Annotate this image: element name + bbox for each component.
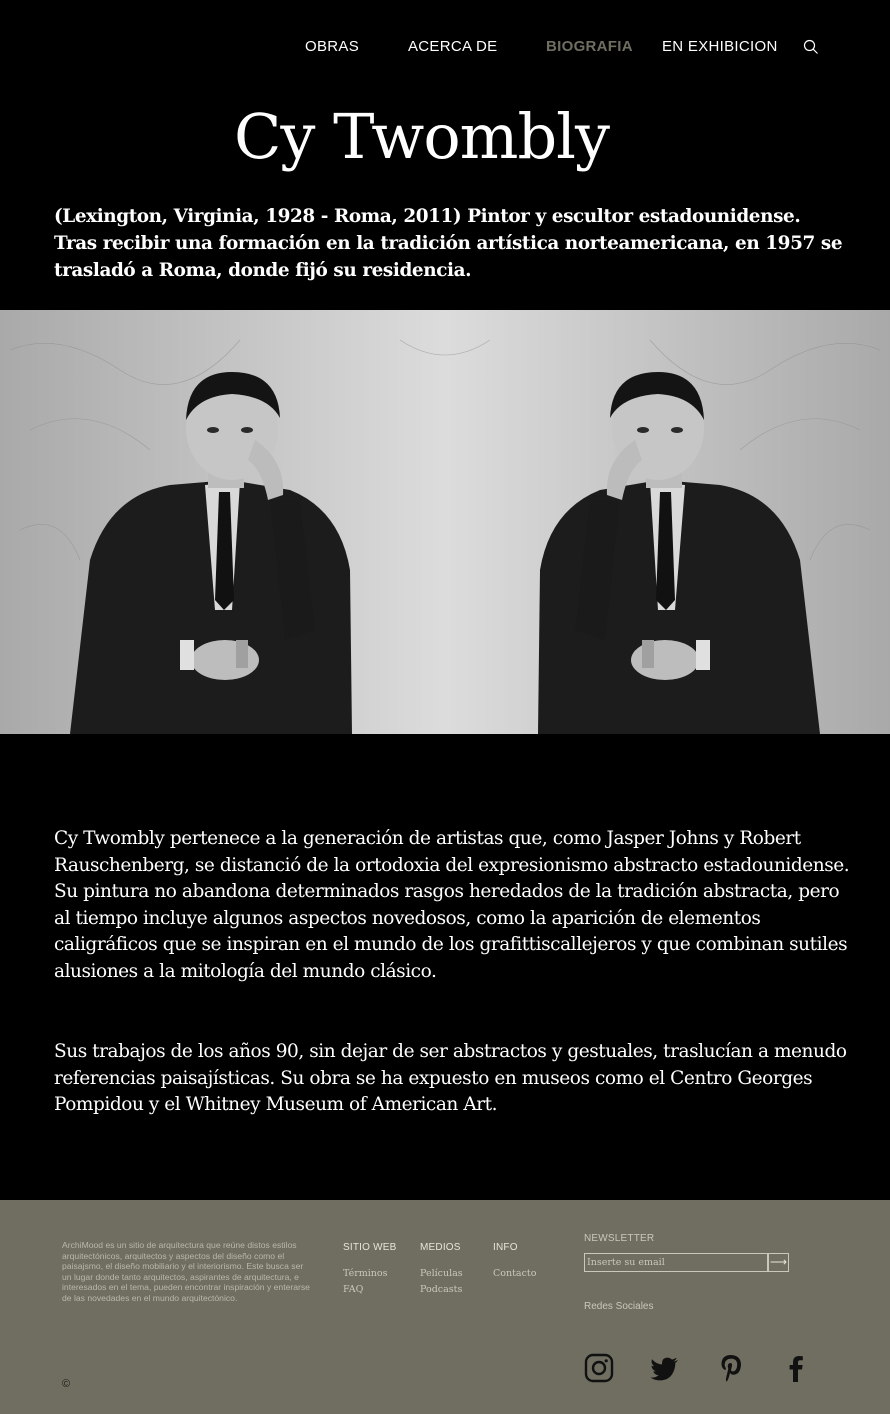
- pinterest-icon[interactable]: [716, 1353, 746, 1383]
- footer-column-title: MEDIOS: [420, 1242, 461, 1253]
- footer-link-terminos[interactable]: Términos: [343, 1266, 396, 1282]
- search-icon[interactable]: [803, 39, 819, 55]
- footer-link-peliculas[interactable]: Películas: [420, 1266, 463, 1282]
- arrow-right-icon: ⟶: [769, 1255, 788, 1269]
- footer-link-podcasts[interactable]: Podcasts: [420, 1282, 463, 1298]
- main-nav: OBRAS ACERCA DE BIOGRAFIA EN EXHIBICION: [0, 38, 890, 60]
- artist-portrait-image: [0, 310, 890, 734]
- biography-paragraph-2: Sus trabajos de los años 90, sin dejar d…: [54, 1041, 847, 1116]
- footer-link-contacto[interactable]: Contacto: [493, 1266, 536, 1282]
- twitter-icon[interactable]: [650, 1353, 680, 1383]
- copyright-text: ©: [62, 1378, 71, 1390]
- footer-link-faq[interactable]: FAQ: [343, 1282, 396, 1298]
- facebook-icon[interactable]: [781, 1353, 811, 1383]
- intro-text: (Lexington, Virginia, 1928 - Roma, 2011)…: [54, 206, 843, 281]
- footer-column-medios: MEDIOS Películas Podcasts: [420, 1242, 463, 1298]
- site-footer: ArchiMood es un sitio de arquitectura qu…: [0, 1200, 890, 1414]
- nav-item-acerca-de[interactable]: ACERCA DE: [408, 38, 497, 55]
- footer-column-info: INFO Contacto: [493, 1242, 536, 1282]
- newsletter-label: NEWSLETTER: [584, 1233, 655, 1244]
- social-label: Redes Sociales: [584, 1301, 654, 1312]
- footer-about-text: ArchiMood es un sitio de arquitectura qu…: [62, 1240, 310, 1303]
- page-title: Cy Twombly: [233, 100, 610, 173]
- footer-column-title: INFO: [493, 1242, 518, 1253]
- newsletter-email-input[interactable]: [584, 1253, 768, 1272]
- instagram-icon[interactable]: [584, 1353, 614, 1383]
- nav-item-biografia[interactable]: BIOGRAFIA: [546, 38, 633, 55]
- footer-column-title: SITIO WEB: [343, 1242, 397, 1253]
- nav-item-en-exhibicion[interactable]: EN EXHIBICION: [662, 38, 778, 55]
- footer-column-sitio-web: SITIO WEB Términos FAQ: [343, 1242, 396, 1298]
- biography-paragraph-1: Cy Twombly pertenece a la generación de …: [54, 828, 850, 982]
- newsletter-submit-button[interactable]: ⟶: [768, 1253, 789, 1272]
- nav-item-obras[interactable]: OBRAS: [305, 38, 359, 55]
